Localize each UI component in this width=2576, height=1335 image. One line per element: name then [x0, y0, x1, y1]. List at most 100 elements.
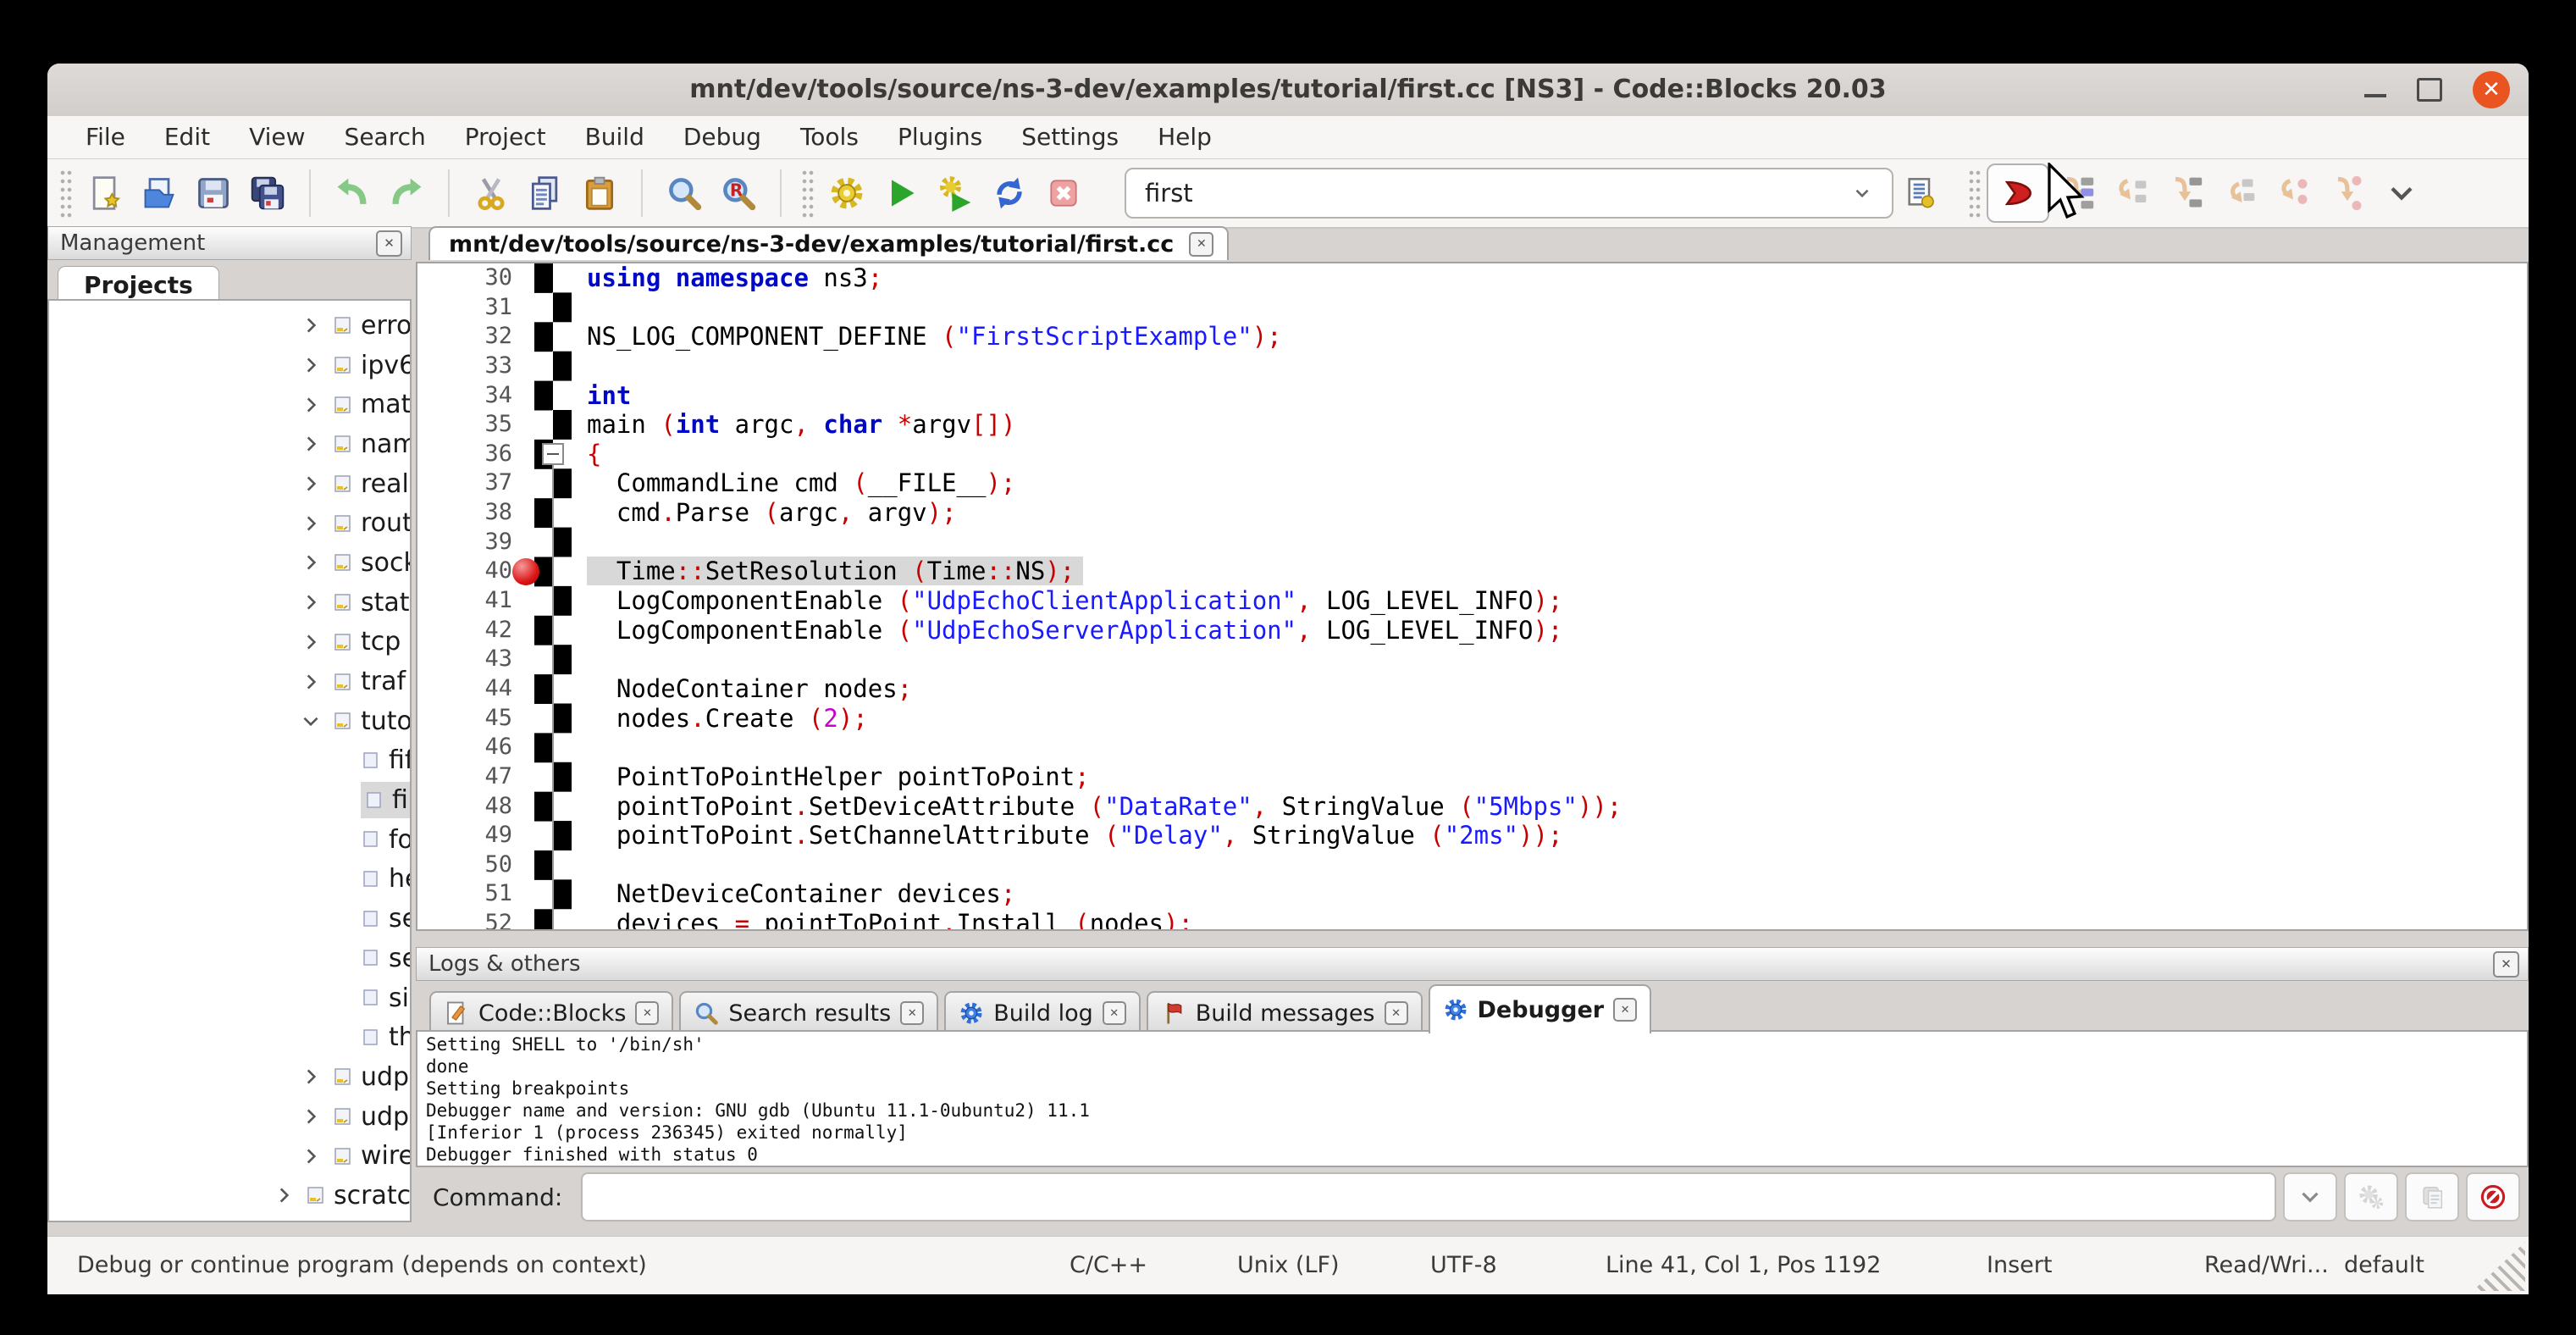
line-number[interactable]: 39	[417, 528, 534, 557]
code-line-35[interactable]: 35main (int argc, char *argv[])	[417, 410, 2527, 440]
undo-button[interactable]	[325, 165, 379, 221]
line-number[interactable]: 38	[417, 498, 534, 528]
tree-item-traf[interactable]: traf	[49, 662, 410, 701]
debug-continue-button[interactable]	[1987, 163, 2049, 223]
logs-close-icon[interactable]: ✕	[2493, 951, 2519, 978]
chevron-right-icon[interactable]	[300, 512, 322, 535]
code-line-50[interactable]: 50	[417, 850, 2527, 880]
compiler-toolbar-grip[interactable]	[801, 169, 815, 218]
chevron-right-icon[interactable]	[300, 394, 322, 416]
tab-close-icon[interactable]: ✕	[1385, 1001, 1408, 1025]
maximize-button[interactable]	[2417, 78, 2442, 102]
line-number[interactable]: 36	[417, 440, 534, 469]
redo-button[interactable]	[379, 165, 434, 221]
tree-item-scratch[interactable]: scratch	[49, 1176, 410, 1216]
code-line-46[interactable]: 46	[417, 733, 2527, 762]
chevron-down-icon[interactable]	[300, 710, 322, 732]
editor-tab-close-icon[interactable]: ✕	[1189, 232, 1213, 257]
chevron-right-icon[interactable]	[300, 354, 322, 376]
menu-view[interactable]: View	[229, 116, 324, 158]
replace-button[interactable]: R	[711, 165, 766, 221]
logs-tab-search-results[interactable]: Search results✕	[679, 991, 938, 1033]
line-number[interactable]: 52	[417, 909, 534, 931]
code-line-44[interactable]: 44 NodeContainer nodes;	[417, 674, 2527, 704]
line-number[interactable]: 46	[417, 733, 534, 762]
line-number[interactable]: 49	[417, 821, 534, 850]
tree-item-nam[interactable]: nam	[49, 424, 410, 464]
tree-item-tuto[interactable]: tuto	[49, 701, 410, 741]
tree-item-udp[interactable]: udp	[49, 1057, 410, 1097]
tree-item-mat[interactable]: mat	[49, 385, 410, 424]
code-line-32[interactable]: 32NS_LOG_COMPONENT_DEFINE ("FirstScriptE…	[417, 322, 2527, 352]
tree-item-wire[interactable]: wire	[49, 1136, 410, 1176]
fold-collapse-icon[interactable]	[542, 443, 564, 465]
tree-item-rout[interactable]: rout	[49, 503, 410, 543]
tree-item-th[interactable]: th	[49, 1017, 410, 1057]
chevron-right-icon[interactable]	[300, 314, 322, 336]
new-file-button[interactable]	[78, 165, 132, 221]
tree-item-src[interactable]: src	[49, 1216, 410, 1222]
line-number[interactable]: 33	[417, 352, 534, 381]
code-line-39[interactable]: 39	[417, 528, 2527, 557]
code-editor[interactable]: 30using namespace ns3;3132NS_LOG_COMPONE…	[416, 262, 2529, 931]
line-number[interactable]: 41	[417, 586, 534, 616]
copy-button[interactable]	[518, 165, 572, 221]
line-number[interactable]: 37	[417, 468, 534, 498]
chevron-right-icon[interactable]	[300, 1066, 322, 1088]
chevron-right-icon[interactable]	[300, 631, 322, 653]
debugger-toolbar-grip[interactable]	[1968, 169, 1982, 218]
tree-item-sock[interactable]: sock	[49, 543, 410, 583]
tree-item-real[interactable]: real	[49, 464, 410, 504]
menu-settings[interactable]: Settings	[1002, 116, 1138, 158]
code-line-48[interactable]: 48 pointToPoint.SetDeviceAttribute ("Dat…	[417, 792, 2527, 822]
run-button[interactable]	[874, 165, 928, 221]
tree-item-fo[interactable]: fo	[49, 820, 410, 860]
close-button[interactable]: ✕	[2473, 71, 2510, 108]
chevron-right-icon[interactable]	[300, 671, 322, 693]
step-into-button[interactable]	[2158, 165, 2212, 221]
tab-close-icon[interactable]: ✕	[635, 1001, 659, 1025]
chevron-right-icon[interactable]	[300, 1145, 322, 1167]
build-and-run-button[interactable]	[928, 165, 982, 221]
code-line-43[interactable]: 43	[417, 645, 2527, 674]
chevron-right-icon[interactable]	[273, 1184, 295, 1206]
code-line-52[interactable]: 52 devices = pointToPoint.Install (nodes…	[417, 909, 2527, 931]
debug-toolbar-overflow-button[interactable]	[2374, 165, 2429, 221]
chevron-right-icon[interactable]	[300, 433, 322, 455]
line-number[interactable]: 31	[417, 293, 534, 323]
chevron-right-icon[interactable]	[300, 591, 322, 613]
open-file-button[interactable]	[132, 165, 186, 221]
save-button[interactable]	[186, 165, 240, 221]
logs-tab-build-log[interactable]: Build log✕	[944, 991, 1141, 1033]
debugger-command-input[interactable]	[581, 1172, 2276, 1221]
code-line-37[interactable]: 37 CommandLine cmd (__FILE__);	[417, 468, 2527, 498]
line-number[interactable]: 43	[417, 645, 534, 674]
tree-item-erro[interactable]: erro	[49, 306, 410, 346]
build-button[interactable]	[820, 165, 874, 221]
tab-close-icon[interactable]: ✕	[1613, 998, 1637, 1022]
code-line-47[interactable]: 47 PointToPointHelper pointToPoint;	[417, 762, 2527, 792]
code-line-34[interactable]: 34int	[417, 381, 2527, 411]
tree-item-fif[interactable]: fif	[49, 741, 410, 781]
cut-button[interactable]	[464, 165, 518, 221]
code-line-40[interactable]: 40 Time::SetResolution (Time::NS);	[417, 557, 2527, 586]
breakpoint-marker[interactable]	[512, 558, 539, 585]
tree-item-udp-[interactable]: udp-	[49, 1097, 410, 1137]
tree-item-ipv6[interactable]: ipv6	[49, 346, 410, 385]
code-line-38[interactable]: 38 cmd.Parse (argc, argv);	[417, 498, 2527, 528]
management-close-icon[interactable]: ✕	[376, 230, 402, 257]
step-into-instruction-button[interactable]	[2320, 165, 2374, 221]
tree-item-stat[interactable]: stat	[49, 583, 410, 623]
next-instruction-button[interactable]	[2266, 165, 2320, 221]
tree-item-se[interactable]: se	[49, 899, 410, 939]
code-line-36[interactable]: 36{	[417, 440, 2527, 469]
rebuild-button[interactable]	[982, 165, 1036, 221]
menu-build[interactable]: Build	[566, 116, 664, 158]
menu-project[interactable]: Project	[445, 116, 566, 158]
tree-item-se[interactable]: se	[49, 939, 410, 978]
line-number[interactable]: 45	[417, 704, 534, 734]
code-line-49[interactable]: 49 pointToPoint.SetChannelAttribute ("De…	[417, 821, 2527, 850]
tree-item-he[interactable]: he	[49, 860, 410, 900]
line-number[interactable]: 48	[417, 792, 534, 822]
menu-help[interactable]: Help	[1138, 116, 1231, 158]
